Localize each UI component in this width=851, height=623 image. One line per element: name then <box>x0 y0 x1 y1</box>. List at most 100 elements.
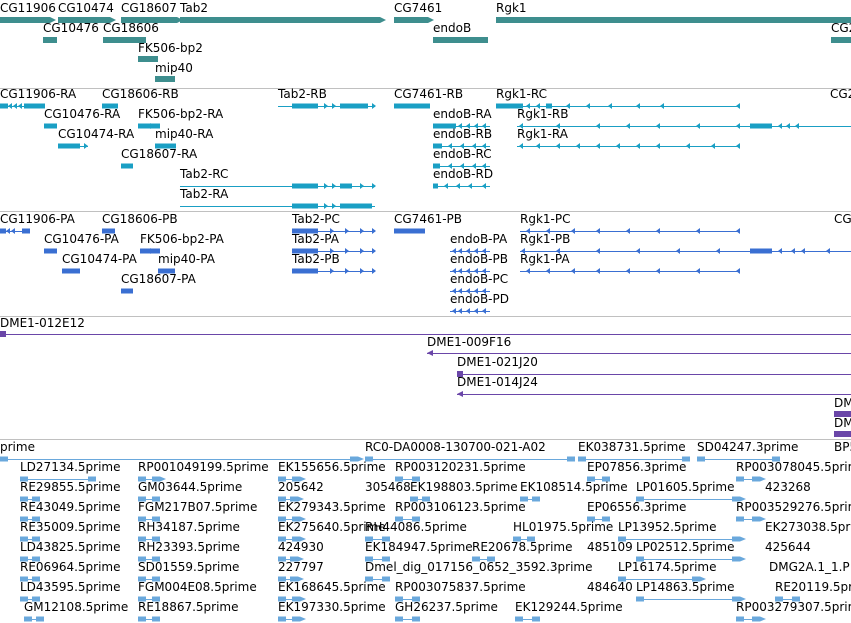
est-feature-label[interactable]: HL01975.5prime <box>513 521 613 533</box>
est-feature-label[interactable]: RP003279307.5prime <box>736 601 851 613</box>
gene-feature-label[interactable]: mip40 <box>155 62 193 74</box>
gene-feature-label[interactable]: CG2 <box>831 22 851 34</box>
est-feature-label[interactable]: LP16174.5prime <box>618 561 717 573</box>
gene-feature-label[interactable]: CG10474 <box>58 2 114 14</box>
translation-feature-label[interactable]: endoB-PB <box>450 253 508 265</box>
est-feature-label[interactable]: EK198803.5prime <box>410 481 518 493</box>
est-feature-label[interactable]: RP003078045.5prime <box>736 461 851 473</box>
est-feature-label[interactable]: GM03644.5prime <box>138 481 242 493</box>
translation-feature-label[interactable]: CG11906-PA <box>0 213 75 225</box>
est-feature-label[interactable]: RE18867.5prime <box>138 601 239 613</box>
est-feature-label[interactable]: prime <box>0 441 35 453</box>
transcript-feature-label[interactable]: endoB-RC <box>433 148 492 160</box>
transcript-feature-label[interactable]: endoB-RB <box>433 128 492 140</box>
est-feature-label[interactable]: EK155656.5prime <box>278 461 386 473</box>
translation-feature-label[interactable]: mip40-PA <box>158 253 215 265</box>
translation-feature-label[interactable]: CG18606-PB <box>102 213 178 225</box>
translation-feature-label[interactable]: endoB-PC <box>450 273 508 285</box>
est-feature-label[interactable]: 305468 <box>365 481 411 493</box>
est-feature-label[interactable]: Dmel_dig_017156_0652_3592.3prime <box>365 561 593 573</box>
est-feature-label[interactable]: 424930 <box>278 541 324 553</box>
est-feature-label[interactable]: RP003106123.5prime <box>395 501 526 513</box>
transcript-feature-label[interactable]: Tab2-RA <box>180 188 228 200</box>
gene-feature-label[interactable]: FK506-bp2 <box>138 42 203 54</box>
gene-feature-label[interactable]: CG18607 <box>121 2 177 14</box>
gene-feature-label[interactable]: CG11906 <box>0 2 56 14</box>
est-feature-label[interactable]: EK129244.5prime <box>515 601 623 613</box>
est-feature-label[interactable]: GM12108.5prime <box>24 601 128 613</box>
est-feature-label[interactable]: EK279343.5prime <box>278 501 386 513</box>
est-feature-label[interactable]: RE20119.5prime <box>775 581 851 593</box>
translation-feature-label[interactable]: Rgk1-PC <box>520 213 570 225</box>
est-feature-label[interactable]: RP003529276.5prime <box>736 501 851 513</box>
transcript-feature-label[interactable]: FK506-bp2-RA <box>138 108 223 120</box>
est-feature-label[interactable]: LD43825.5prime <box>20 541 121 553</box>
est-feature-label[interactable]: RE20678.5prime <box>472 541 573 553</box>
clone-feature-label[interactable]: DME1-009F16 <box>427 336 511 348</box>
est-feature-label[interactable]: EK108514.5prime <box>520 481 628 493</box>
translation-feature-label[interactable]: Tab2-PA <box>292 233 339 245</box>
transcript-feature-label[interactable]: Tab2-RC <box>180 168 228 180</box>
est-feature-label[interactable]: EP07856.3prime <box>587 461 686 473</box>
translation-feature-label[interactable]: Tab2-PC <box>292 213 340 225</box>
transcript-feature-label[interactable]: endoB-RA <box>433 108 492 120</box>
clone-feature-label[interactable]: DM <box>834 397 851 409</box>
est-feature-label[interactable]: RH34187.5prime <box>138 521 240 533</box>
gene-feature-label[interactable]: Tab2 <box>180 2 208 14</box>
gene-feature-label[interactable]: endoB <box>433 22 471 34</box>
gene-feature-label[interactable]: CG18606 <box>103 22 159 34</box>
translation-feature-label[interactable]: Rgk1-PB <box>520 233 570 245</box>
est-feature-label[interactable]: LD27134.5prime <box>20 461 121 473</box>
translation-feature-label[interactable]: endoB-PD <box>450 293 509 305</box>
est-feature-label[interactable]: SD01559.5prime <box>138 561 239 573</box>
est-feature-label[interactable]: RP003120231.5prime <box>395 461 526 473</box>
transcript-feature-label[interactable]: Rgk1-RB <box>517 108 568 120</box>
translation-feature-label[interactable]: Tab2-PB <box>292 253 340 265</box>
est-feature-label[interactable]: RC0-DA0008-130700-021-A02 <box>365 441 546 453</box>
est-feature-label[interactable]: RH44086.5prime <box>365 521 467 533</box>
est-feature-label[interactable]: 484640 <box>587 581 633 593</box>
translation-feature-label[interactable]: Rgk1-PA <box>520 253 570 265</box>
transcript-feature-label[interactable]: CG7461-RB <box>394 88 463 100</box>
est-feature-label[interactable]: LD43595.5prime <box>20 581 121 593</box>
est-feature-label[interactable]: RE35009.5prime <box>20 521 121 533</box>
translation-feature-label[interactable]: endoB-PA <box>450 233 507 245</box>
est-feature-label[interactable]: GH26237.5prime <box>395 601 498 613</box>
gene-feature-label[interactable]: CG7461 <box>394 2 442 14</box>
est-feature-label[interactable]: 485109 <box>587 541 633 553</box>
est-feature-label[interactable]: BP5 <box>834 441 851 453</box>
est-feature-label[interactable]: DMG2A.1_1.P <box>769 561 850 573</box>
est-feature-label[interactable]: 423268 <box>765 481 811 493</box>
transcript-feature-label[interactable]: CG10474-RA <box>58 128 134 140</box>
est-feature-label[interactable]: LP02512.5prime <box>636 541 735 553</box>
est-feature-label[interactable]: EK168645.5prime <box>278 581 386 593</box>
transcript-feature-label[interactable]: Tab2-RB <box>278 88 327 100</box>
translation-feature-label[interactable]: FK506-bp2-PA <box>140 233 224 245</box>
est-feature-label[interactable]: RE29855.5prime <box>20 481 121 493</box>
est-feature-label[interactable]: FGM004E08.5prime <box>138 581 257 593</box>
clone-feature-label[interactable]: DME1-012E12 <box>0 317 85 329</box>
est-feature-label[interactable]: 205642 <box>278 481 324 493</box>
transcript-feature-label[interactable]: Rgk1-RA <box>517 128 568 140</box>
est-feature-label[interactable]: EK184947.5prime <box>365 541 473 553</box>
est-feature-label[interactable]: LP13952.5prime <box>618 521 717 533</box>
translation-feature-label[interactable]: CG10474-PA <box>62 253 137 265</box>
transcript-feature-label[interactable]: CG10476-RA <box>44 108 120 120</box>
est-feature-label[interactable]: SD04247.3prime <box>697 441 798 453</box>
transcript-feature-label[interactable]: endoB-RD <box>433 168 493 180</box>
est-feature-label[interactable]: RP003075837.5prime <box>395 581 526 593</box>
transcript-feature-label[interactable]: Rgk1-RC <box>496 88 547 100</box>
clone-feature-label[interactable]: DME1-021J20 <box>457 356 538 368</box>
est-feature-label[interactable]: RE43049.5prime <box>20 501 121 513</box>
clone-feature-label[interactable]: DM <box>834 417 851 429</box>
est-feature-label[interactable]: EK197330.5prime <box>278 601 386 613</box>
est-feature-label[interactable]: RE06964.5prime <box>20 561 121 573</box>
est-feature-label[interactable]: 425644 <box>765 541 811 553</box>
transcript-feature-label[interactable]: CG18606-RB <box>102 88 179 100</box>
est-feature-label[interactable]: FGM217B07.5prime <box>138 501 257 513</box>
clone-feature-label[interactable]: DME1-014J24 <box>457 376 538 388</box>
est-feature-label[interactable]: RP001049199.5prime <box>138 461 269 473</box>
transcript-feature-label[interactable]: mip40-RA <box>155 128 213 140</box>
est-feature-label[interactable]: 227797 <box>278 561 324 573</box>
gene-feature-label[interactable]: CG10476 <box>43 22 99 34</box>
